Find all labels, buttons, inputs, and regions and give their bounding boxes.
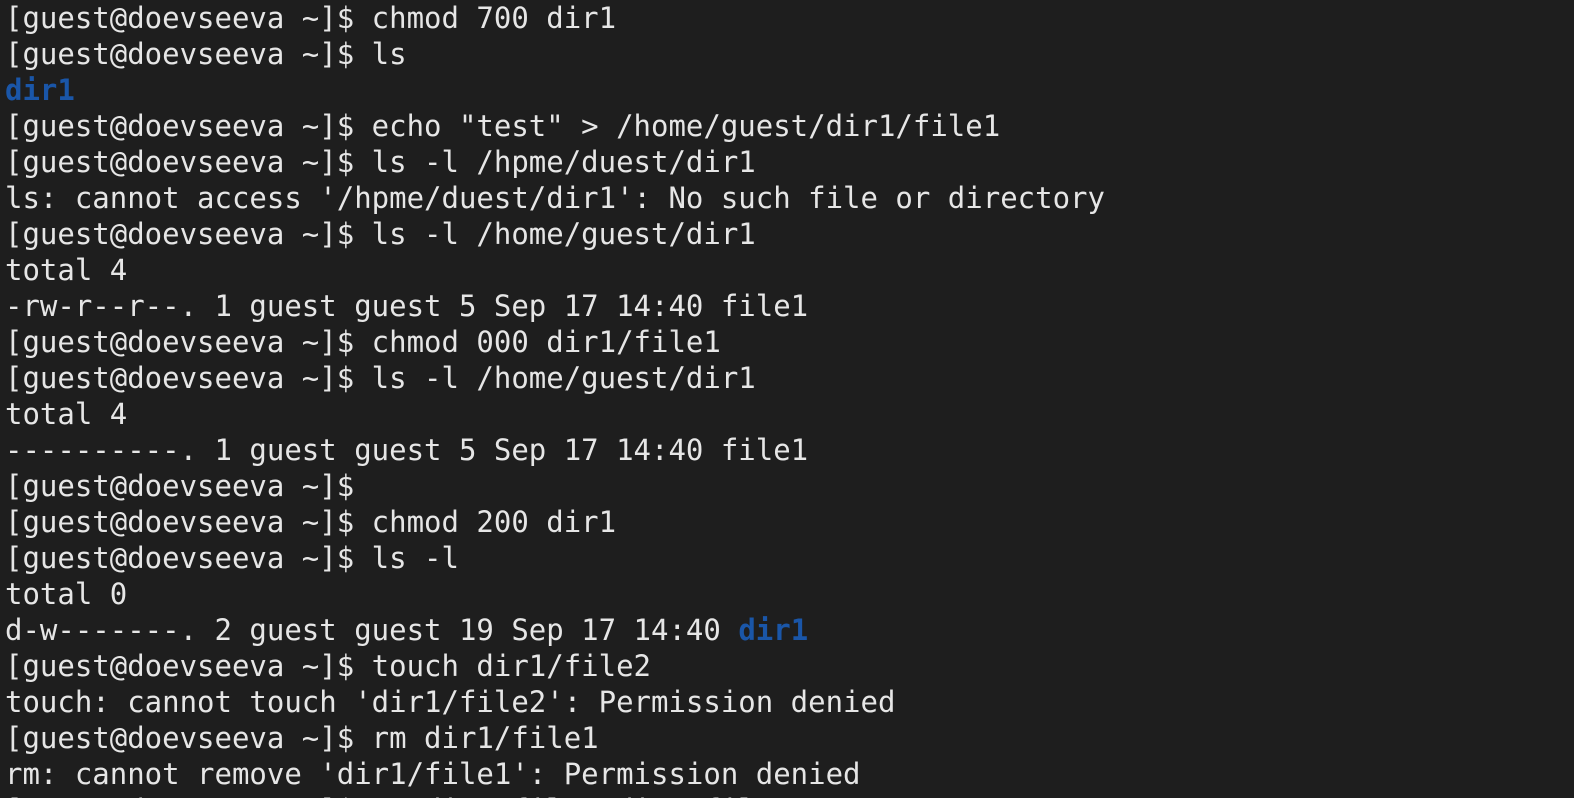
terminal-text: -rw-r--r--. 1 guest guest 5 Sep 17 14:40… bbox=[5, 289, 809, 323]
terminal-text: [guest@doevseeva ~]$ touch dir1/file2 bbox=[5, 649, 652, 683]
terminal-output: [guest@doevseeva ~]$ chmod 700 dir1 [gues… bbox=[5, 0, 1105, 798]
terminal-text: [guest@doevseeva ~]$ ls -l /home/guest/d… bbox=[5, 361, 756, 395]
terminal-line: [guest@doevseeva ~]$ rm dir1/file1 bbox=[5, 720, 1105, 756]
terminal-line: [guest@doevseeva ~]$ ls bbox=[5, 36, 1105, 72]
terminal-line: [guest@doevseeva ~]$ ls -l bbox=[5, 540, 1105, 576]
terminal-line: [guest@doevseeva ~]$ chmod 700 dir1 bbox=[5, 0, 1105, 36]
terminal-line: [guest@doevseeva ~]$ ls -l /home/guest/d… bbox=[5, 216, 1105, 252]
terminal-text: [guest@doevseeva ~]$ rm dir1/file1 bbox=[5, 721, 599, 755]
terminal-text: [guest@doevseeva ~]$ chmod 200 dir1 bbox=[5, 505, 617, 539]
terminal-line: total 4 bbox=[5, 396, 1105, 432]
terminal-line: [guest@doevseeva ~]$ bbox=[5, 468, 1105, 504]
terminal-line: d-w-------. 2 guest guest 19 Sep 17 14:4… bbox=[5, 612, 1105, 648]
terminal-line: total 4 bbox=[5, 252, 1105, 288]
terminal-window[interactable]: [guest@doevseeva ~]$ chmod 700 dir1 [gues… bbox=[0, 0, 1574, 798]
terminal-text: total 0 bbox=[5, 577, 128, 611]
terminal-line: [guest@doevseeva ~]$ chmod 000 dir1/file… bbox=[5, 324, 1105, 360]
terminal-line: [guest@doevseeva ~]$ touch dir1/file2 bbox=[5, 648, 1105, 684]
terminal-text: [guest@doevseeva ~]$ chmod 700 dir1 bbox=[5, 1, 617, 35]
terminal-line: ls: cannot access '/hpme/duest/dir1': No… bbox=[5, 180, 1105, 216]
terminal-text: [guest@doevseeva ~]$ ls bbox=[5, 37, 407, 71]
terminal-text: [guest@doevseeva ~]$ echo "test" > /home… bbox=[5, 109, 1001, 143]
terminal-text: [guest@doevseeva ~]$ ls -l /home/guest/d… bbox=[5, 217, 756, 251]
terminal-text: [guest@doevseeva ~]$ chmod 000 dir1/file… bbox=[5, 325, 721, 359]
terminal-line: [guest@doevseeva ~]$ ls -l /hpme/duest/d… bbox=[5, 144, 1105, 180]
terminal-line: touch: cannot touch 'dir1/file2': Permis… bbox=[5, 684, 1105, 720]
terminal-text: rm: cannot remove 'dir1/file1': Permissi… bbox=[5, 757, 861, 791]
terminal-line: dir1 bbox=[5, 72, 1105, 108]
terminal-text: touch: cannot touch 'dir1/file2': Permis… bbox=[5, 685, 896, 719]
terminal-text: ls: cannot access '/hpme/duest/dir1': No… bbox=[5, 181, 1105, 215]
terminal-text: [guest@doevseeva ~]$ bbox=[5, 469, 355, 503]
terminal-line: [guest@doevseeva ~]$ mv dir1/file1 dir1/… bbox=[5, 792, 1105, 798]
terminal-line: total 0 bbox=[5, 576, 1105, 612]
directory-name: dir1 bbox=[5, 73, 75, 107]
terminal-text: ----------. 1 guest guest 5 Sep 17 14:40… bbox=[5, 433, 809, 467]
terminal-text: d-w-------. 2 guest guest 19 Sep 17 14:4… bbox=[5, 613, 739, 647]
terminal-line: -rw-r--r--. 1 guest guest 5 Sep 17 14:40… bbox=[5, 288, 1105, 324]
terminal-line: [guest@doevseeva ~]$ ls -l /home/guest/d… bbox=[5, 360, 1105, 396]
terminal-text: [guest@doevseeva ~]$ mv dir1/file1 dir1/… bbox=[5, 793, 791, 798]
terminal-line: [guest@doevseeva ~]$ echo "test" > /home… bbox=[5, 108, 1105, 144]
terminal-line: [guest@doevseeva ~]$ chmod 200 dir1 bbox=[5, 504, 1105, 540]
terminal-text: [guest@doevseeva ~]$ ls -l /hpme/duest/d… bbox=[5, 145, 756, 179]
terminal-text: total 4 bbox=[5, 253, 128, 287]
terminal-text: [guest@doevseeva ~]$ ls -l bbox=[5, 541, 459, 575]
directory-name: dir1 bbox=[738, 613, 809, 647]
terminal-line: ----------. 1 guest guest 5 Sep 17 14:40… bbox=[5, 432, 1105, 468]
terminal-line: rm: cannot remove 'dir1/file1': Permissi… bbox=[5, 756, 1105, 792]
terminal-text: total 4 bbox=[5, 397, 128, 431]
